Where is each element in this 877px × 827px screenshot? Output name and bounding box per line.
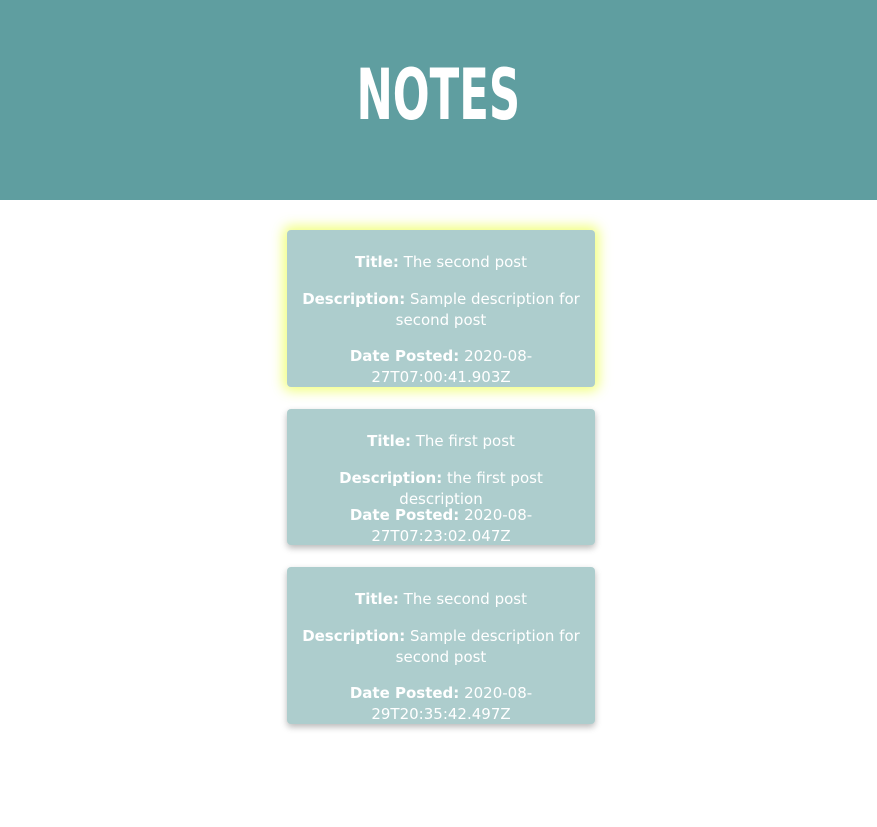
- title-label: Title:: [355, 253, 399, 271]
- note-title: Title: The first post: [297, 431, 585, 452]
- date-label: Date Posted:: [349, 684, 460, 702]
- title-label: Title:: [355, 590, 399, 608]
- note-description: Description: Sample description for seco…: [297, 626, 585, 668]
- title-value: The second post: [403, 590, 527, 608]
- note-date: Date Posted: 2020-08-27T07:00:41.903Z: [297, 346, 585, 388]
- note-date: Date Posted: 2020-08-29T20:35:42.497Z: [297, 683, 585, 725]
- description-value: Sample description for second post: [395, 627, 580, 666]
- page-header: NOTES: [0, 0, 877, 200]
- note-title: Title: The second post: [297, 589, 585, 610]
- note-card[interactable]: Title: The second post Description: Samp…: [287, 567, 595, 724]
- note-description: Description: Sample description for seco…: [297, 289, 585, 331]
- title-value: The first post: [415, 432, 515, 450]
- date-label: Date Posted:: [349, 347, 460, 365]
- title-value: The second post: [403, 253, 527, 271]
- note-card[interactable]: Title: The first post Description: the f…: [287, 409, 595, 545]
- note-description: Description: the first post description: [297, 468, 585, 510]
- description-label: Description:: [339, 469, 443, 487]
- date-label: Date Posted:: [349, 506, 460, 524]
- title-label: Title:: [367, 432, 411, 450]
- description-value: Sample description for second post: [395, 290, 580, 329]
- description-label: Description:: [302, 627, 406, 645]
- note-title: Title: The second post: [297, 252, 585, 273]
- note-date: Date Posted: 2020-08-27T07:23:02.047Z: [297, 505, 585, 547]
- description-label: Description:: [302, 290, 406, 308]
- page-title: NOTES: [356, 54, 521, 136]
- note-card[interactable]: Title: The second post Description: Samp…: [287, 230, 595, 387]
